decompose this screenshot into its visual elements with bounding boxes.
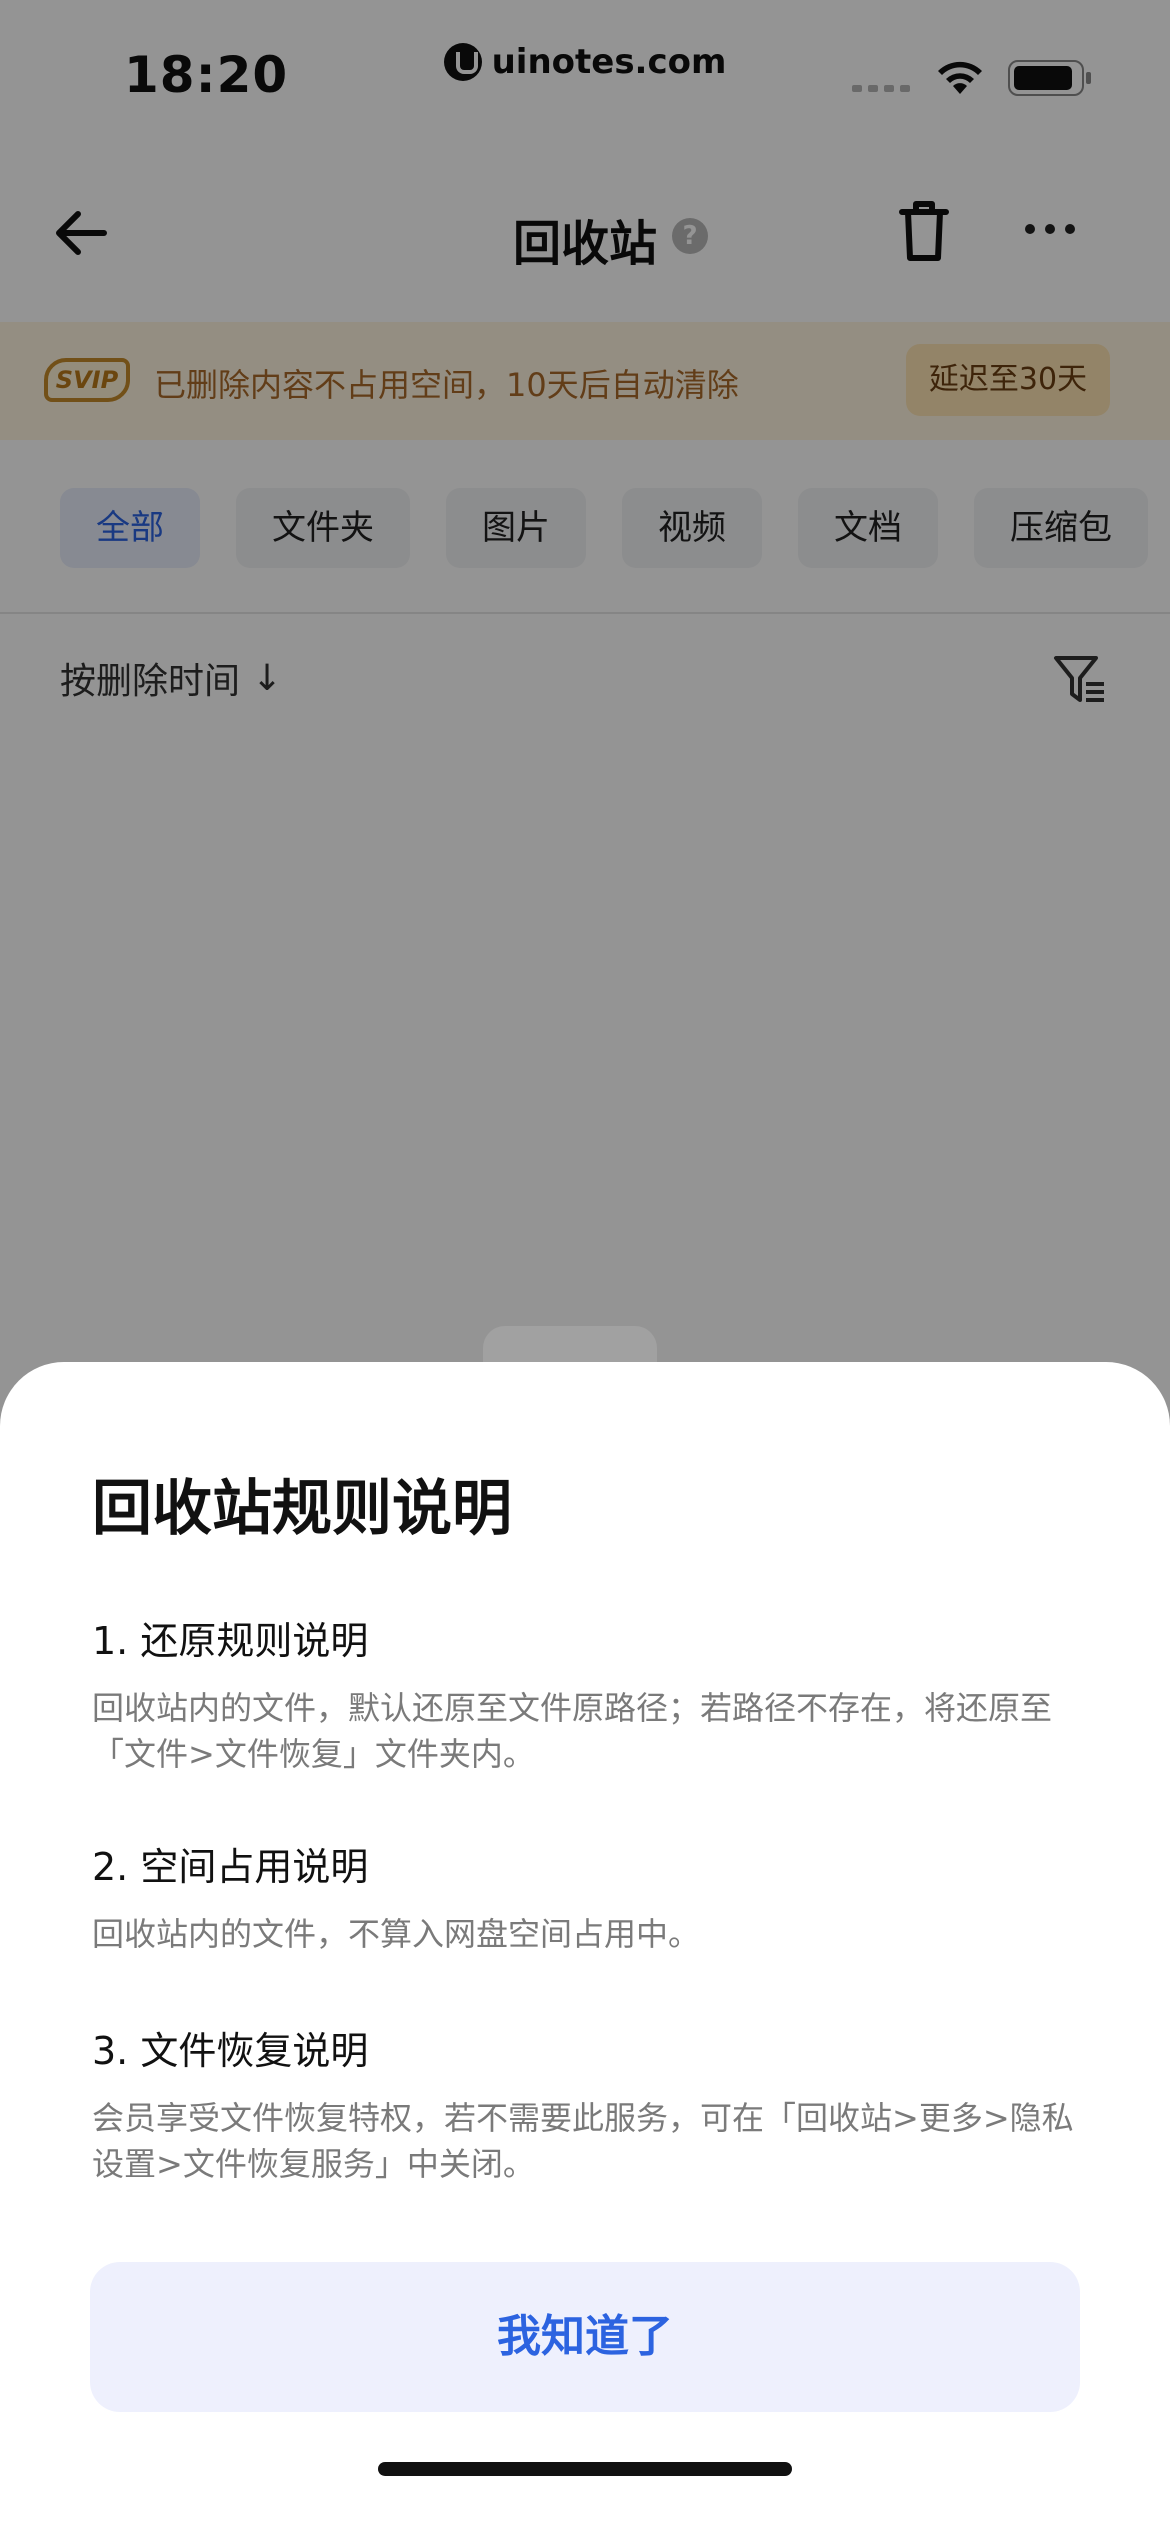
- rules-bottom-sheet: 回收站规则说明 1. 还原规则说明 回收站内的文件，默认还原至文件原路径；若路径…: [0, 1362, 1170, 2532]
- rule-body: 回收站内的文件，不算入网盘空间占用中。: [92, 1915, 701, 1953]
- rule-body: 回收站内的文件，默认还原至文件原路径；若路径不存在，将还原至「文件>文件恢复」文…: [92, 1689, 1053, 1773]
- rule-heading: 1. 还原规则说明: [92, 1619, 369, 1663]
- rule-space: 2. 空间占用说明 回收站内的文件，不算入网盘空间占用中。: [92, 1836, 1082, 1957]
- rule-heading: 2. 空间占用说明: [92, 1845, 369, 1889]
- home-indicator[interactable]: [378, 2462, 792, 2476]
- rule-file-recovery: 3. 文件恢复说明 会员享受文件恢复特权，若不需要此服务，可在「回收站>更多>隐…: [92, 2020, 1082, 2187]
- rule-restore: 1. 还原规则说明 回收站内的文件，默认还原至文件原路径；若路径不存在，将还原至…: [92, 1610, 1082, 1777]
- recycle-bin-screen: 18:20 uinotes.com 回收站 ? SVIP 已删除内容不占用空间，…: [0, 0, 1170, 2532]
- sheet-title: 回收站规则说明: [92, 1474, 512, 1544]
- rule-body: 会员享受文件恢复特权，若不需要此服务，可在「回收站>更多>隐私设置>文件恢复服务…: [92, 2099, 1074, 2183]
- got-it-button[interactable]: 我知道了: [90, 2262, 1080, 2412]
- rule-heading: 3. 文件恢复说明: [92, 2029, 369, 2073]
